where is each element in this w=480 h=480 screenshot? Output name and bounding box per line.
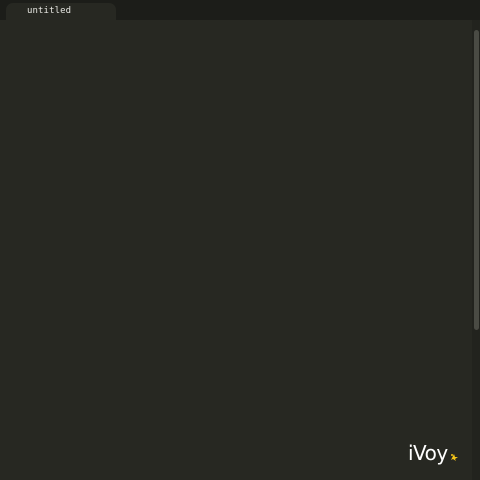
logo-text: iVoy [408, 441, 448, 465]
yellow-sparkle-icon [450, 454, 458, 461]
text-editor-area[interactable] [0, 20, 472, 480]
tab-untitled[interactable]: untitled [6, 3, 116, 20]
tab-label: untitled [27, 6, 72, 16]
watermark-logo: iVoy [408, 436, 459, 466]
vertical-scrollbar[interactable] [472, 20, 480, 480]
tab-bar: untitled [0, 0, 480, 20]
scrollbar-thumb[interactable] [474, 30, 479, 330]
editor-window: untitled iVoy [0, 0, 480, 480]
